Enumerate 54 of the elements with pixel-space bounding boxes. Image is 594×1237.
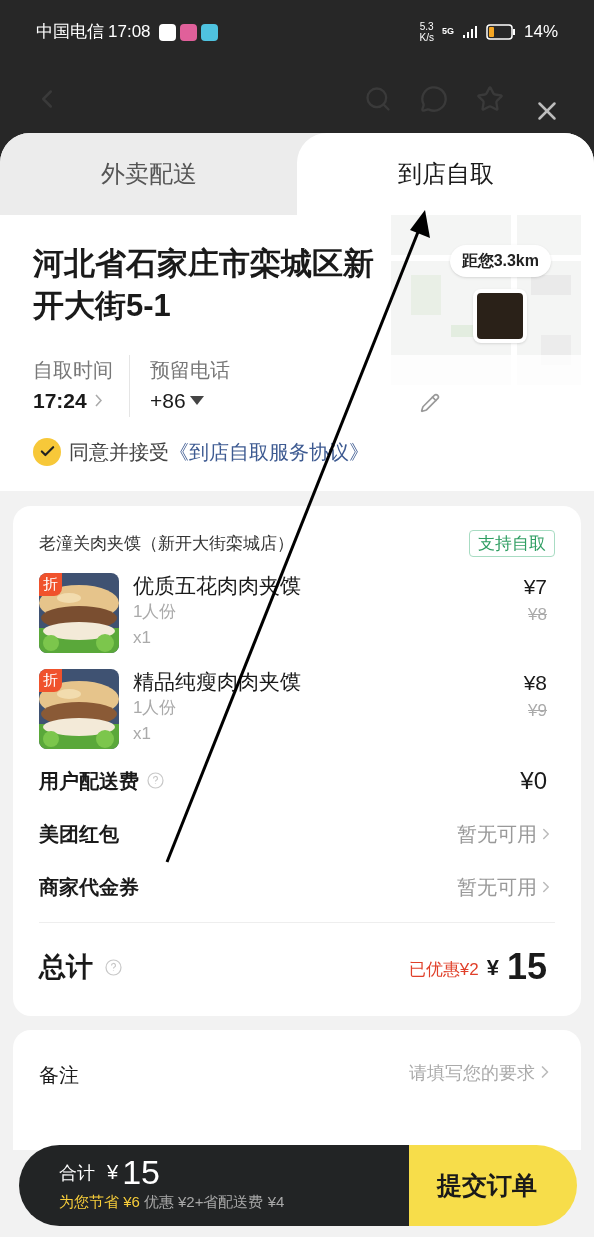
video-app-icon <box>179 23 197 41</box>
agreement-checkbox[interactable] <box>33 437 61 466</box>
store-name: 老潼关肉夹馍（新开大街栾城店） <box>39 532 294 555</box>
original-price: ¥8 <box>528 604 547 626</box>
item-name: 精品纯瘦肉肉夹馍 <box>133 669 302 695</box>
submit-order-button[interactable]: 提交订单 <box>409 1145 577 1226</box>
edit-icon[interactable] <box>420 392 440 413</box>
help-icon[interactable] <box>105 958 122 976</box>
speed-value: 5.3 <box>419 21 434 32</box>
discount-badge: 折 <box>39 573 62 596</box>
item-portion: 1人份 <box>133 601 178 623</box>
battery-text: 14% <box>523 21 558 44</box>
savings-text: 为您节省 ¥6 <box>59 1192 140 1212</box>
caret-icon <box>189 396 204 406</box>
footer-total-amount: 15 <box>122 1153 160 1191</box>
discount-text: 已优惠¥2 <box>408 958 479 981</box>
fee-label: 商家代金券 <box>39 874 139 900</box>
chevron-right-icon <box>94 394 102 408</box>
tab[interactable]: 外卖配送 <box>0 133 297 215</box>
footer-total-label: 合计 <box>59 1162 95 1185</box>
store-logo-icon <box>473 289 528 343</box>
discount-badge: 折 <box>39 669 62 692</box>
fee-label: 美团红包 <box>39 821 119 847</box>
item-quantity: x1 <box>133 627 152 649</box>
item-price: ¥7 <box>523 574 547 600</box>
address-text: 河北省石家庄市栾城区新开大街5-1 <box>33 245 375 325</box>
pickup-time-button[interactable]: 17:24 <box>33 385 113 417</box>
country-code-dropdown[interactable]: +86 <box>150 385 230 417</box>
fee-label: 用户配送费 <box>39 768 139 794</box>
savings-detail: 优惠 ¥2+省配送费 ¥4 <box>143 1192 285 1212</box>
fee-amount: ¥0 <box>520 765 547 796</box>
signal-icon <box>461 25 478 39</box>
network-text: 5G <box>441 25 454 39</box>
item-price: ¥8 <box>523 670 547 696</box>
book-app-icon <box>200 23 218 41</box>
tab[interactable]: 到店自取 <box>297 133 594 215</box>
pickup-time-label: 自取时间 <box>33 358 113 383</box>
app-icon <box>158 23 176 41</box>
item-quantity: x1 <box>133 723 152 745</box>
speed-unit: K/s <box>419 32 434 43</box>
currency-symbol: ¥ <box>486 954 499 983</box>
note-label: 备注 <box>39 1062 79 1088</box>
pickup-tag: 支持自取 <box>469 529 555 557</box>
original-price: ¥9 <box>528 700 547 722</box>
help-icon[interactable] <box>147 772 164 789</box>
battery-icon <box>485 24 516 40</box>
distance-label: 距您3.3km <box>449 245 551 277</box>
clock-text: 17:08 <box>108 21 151 44</box>
total-label: 总计 <box>39 951 93 984</box>
carrier-text: 中国电信 <box>36 21 104 44</box>
item-portion: 1人份 <box>133 697 178 719</box>
footer-currency: ¥ <box>107 1160 119 1185</box>
total-amount: 15 <box>506 948 547 987</box>
phone-label: 预留电话 <box>150 358 230 383</box>
